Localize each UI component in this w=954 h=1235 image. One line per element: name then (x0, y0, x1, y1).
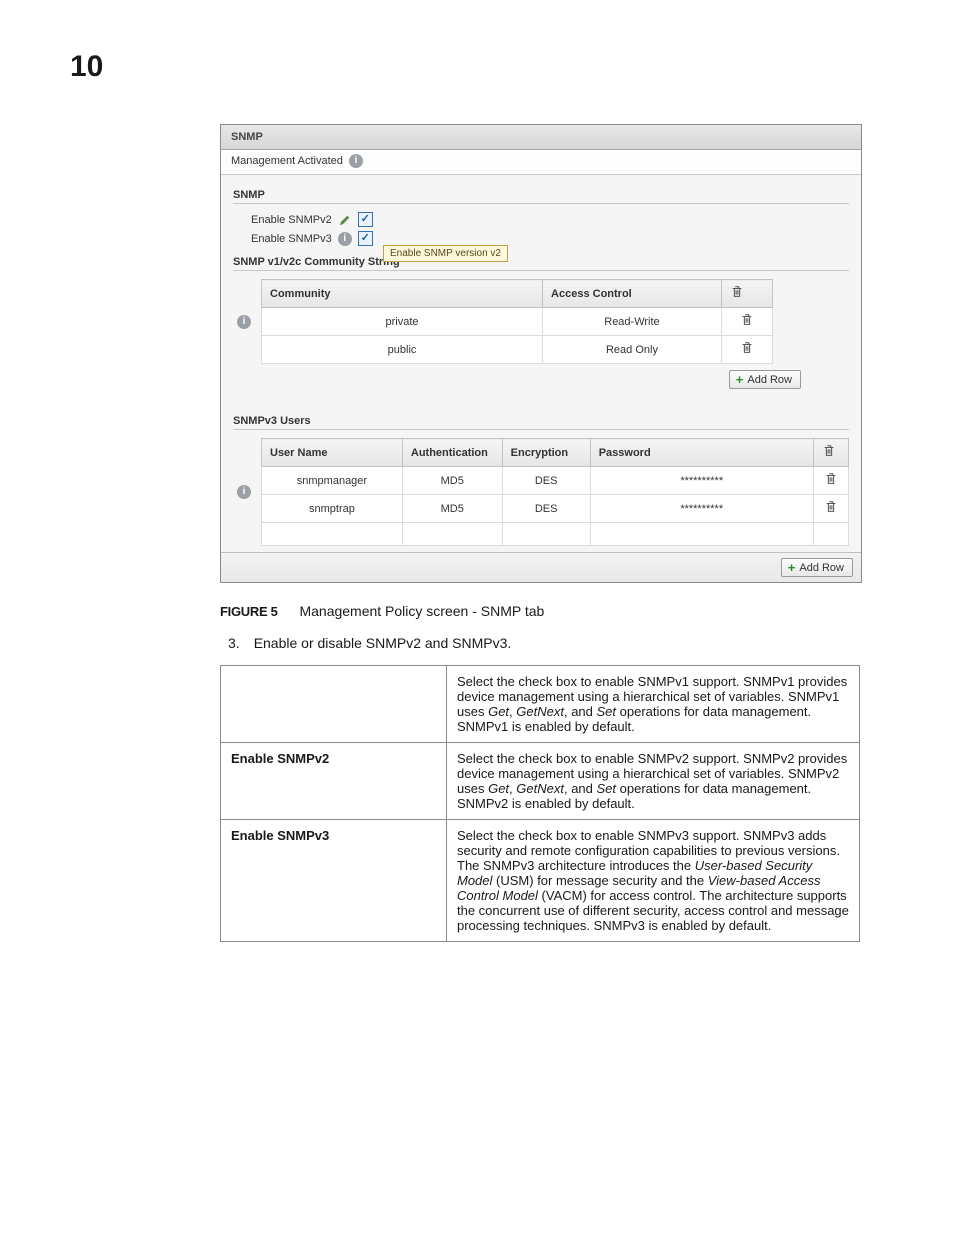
add-row-label: Add Row (799, 562, 844, 574)
auth-cell[interactable]: MD5 (402, 495, 502, 523)
desc-label (221, 666, 447, 743)
col-encryption: Encryption (502, 439, 590, 467)
enable-snmpv3-row: Enable SNMPv3 i ✓ Enable SNMP version v2 (251, 231, 849, 246)
info-icon: i (237, 485, 251, 499)
snmp-fieldset-label: SNMP (233, 189, 849, 201)
col-user-name: User Name (262, 439, 403, 467)
enable-snmpv2-checkbox[interactable]: ✓ (358, 212, 373, 227)
enable-snmpv3-checkbox[interactable]: ✓ (358, 231, 373, 246)
enc-cell[interactable]: DES (502, 495, 590, 523)
enable-snmpv2-label: Enable SNMPv2 (251, 214, 332, 226)
plus-icon: + (736, 373, 744, 386)
password-cell[interactable]: ********** (590, 495, 813, 523)
info-icon: i (349, 154, 363, 168)
description-table: Select the check box to enable SNMPv1 su… (220, 665, 860, 942)
tooltip: Enable SNMP version v2 (383, 245, 508, 262)
enable-snmpv2-row: Enable SNMPv2 ✓ (251, 212, 849, 227)
management-activated-label: Management Activated (231, 155, 343, 167)
step-text: Enable or disable SNMPv2 and SNMPv3. (254, 635, 512, 651)
snmpv3-users-label: SNMPv3 Users (233, 415, 849, 427)
desc-row-snmpv1: Select the check box to enable SNMPv1 su… (221, 666, 860, 743)
delete-row-icon[interactable] (721, 308, 772, 336)
trash-header-icon[interactable] (721, 280, 772, 308)
community-string-label: SNMP v1/v2c Community String (233, 256, 849, 268)
table-row-empty[interactable] (262, 523, 849, 546)
panel-title: SNMP (221, 125, 861, 150)
step-3: 3. Enable or disable SNMPv2 and SNMPv3. (228, 635, 868, 651)
table-header-row: Community Access Control (262, 280, 773, 308)
pencil-icon[interactable] (338, 213, 352, 227)
table-row[interactable]: snmptrap MD5 DES ********** (262, 495, 849, 523)
desc-label: Enable SNMPv3 (221, 820, 447, 942)
desc-row-snmpv2: Enable SNMPv2 Select the check box to en… (221, 743, 860, 820)
user-cell[interactable]: snmpmanager (262, 467, 403, 495)
access-cell[interactable]: Read Only (543, 336, 722, 364)
page-number: 10 (70, 50, 868, 84)
step-number: 3. (228, 635, 240, 651)
community-cell[interactable]: public (262, 336, 543, 364)
auth-cell[interactable]: MD5 (402, 467, 502, 495)
col-authentication: Authentication (402, 439, 502, 467)
col-access-control: Access Control (543, 280, 722, 308)
add-row-label: Add Row (747, 374, 792, 386)
users-table: User Name Authentication Encryption Pass… (261, 438, 849, 546)
desc-label: Enable SNMPv2 (221, 743, 447, 820)
info-icon: i (237, 315, 251, 329)
delete-row-icon[interactable] (813, 467, 848, 495)
table-header-row: User Name Authentication Encryption Pass… (262, 439, 849, 467)
desc-text: Select the check box to enable SNMPv3 su… (447, 820, 860, 942)
table-row[interactable]: private Read-Write (262, 308, 773, 336)
user-cell[interactable]: snmptrap (262, 495, 403, 523)
figure-label: FIGURE 5 (220, 604, 278, 619)
col-community: Community (262, 280, 543, 308)
desc-row-snmpv3: Enable SNMPv3 Select the check box to en… (221, 820, 860, 942)
figure-caption-text: Management Policy screen - SNMP tab (299, 603, 544, 619)
enable-snmpv3-label: Enable SNMPv3 (251, 233, 332, 245)
access-cell[interactable]: Read-Write (543, 308, 722, 336)
desc-text: Select the check box to enable SNMPv2 su… (447, 743, 860, 820)
delete-row-icon[interactable] (721, 336, 772, 364)
delete-row-icon[interactable] (813, 495, 848, 523)
password-cell[interactable]: ********** (590, 467, 813, 495)
table-row[interactable]: public Read Only (262, 336, 773, 364)
col-password: Password (590, 439, 813, 467)
snmp-screenshot-panel: SNMP Management Activated i SNMP Enable … (220, 124, 862, 583)
community-table: Community Access Control private Read-Wr… (261, 279, 773, 364)
enc-cell[interactable]: DES (502, 467, 590, 495)
figure-caption: FIGURE 5 Management Policy screen - SNMP… (220, 603, 868, 619)
desc-text: Select the check box to enable SNMPv1 su… (447, 666, 860, 743)
community-cell[interactable]: private (262, 308, 543, 336)
info-icon: i (338, 232, 352, 246)
add-row-button[interactable]: + Add Row (781, 558, 853, 577)
trash-header-icon[interactable] (813, 439, 848, 467)
add-row-button[interactable]: + Add Row (729, 370, 801, 389)
plus-icon: + (788, 561, 796, 574)
table-row[interactable]: snmpmanager MD5 DES ********** (262, 467, 849, 495)
panel-status-row: Management Activated i (221, 150, 861, 175)
